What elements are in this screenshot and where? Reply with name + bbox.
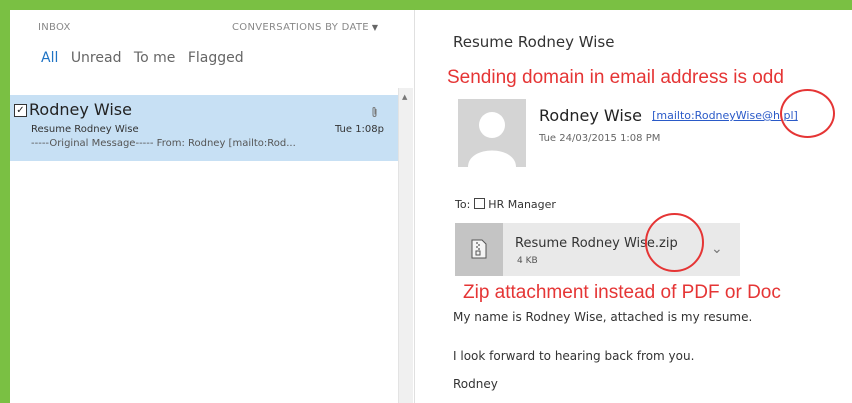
attachment-thumbnail — [455, 223, 503, 276]
scroll-up-icon[interactable]: ▲ — [402, 93, 407, 101]
mail-window: INBOX CONVERSATIONS BY DATE ▼ All Unread … — [10, 10, 852, 403]
message-subject: Resume Rodney Wise — [31, 124, 139, 135]
attachment-name: Resume Rodney Wise.zip — [515, 236, 678, 251]
chevron-down-icon: ▼ — [371, 23, 379, 32]
filter-to-me[interactable]: To me — [134, 50, 175, 66]
filter-all[interactable]: All — [41, 50, 58, 66]
filter-tabs: All Unread To me Flagged — [41, 50, 252, 66]
body-line: Rodney — [453, 377, 498, 391]
sort-label: CONVERSATIONS BY DATE — [232, 22, 369, 33]
message-preview: -----Original Message----- From: Rodney … — [31, 138, 296, 149]
recipient-row: To: HR Manager — [455, 198, 556, 211]
body-line: I look forward to hearing back from you. — [453, 349, 695, 363]
body-line: My name is Rodney Wise, attached is my r… — [453, 310, 753, 324]
sender-name: Rodney Wise — [539, 106, 642, 125]
zip-file-icon — [471, 239, 487, 259]
folder-title: INBOX — [38, 22, 71, 33]
sender-email-link[interactable]: [mailto:RodneyWise@h.pl] — [652, 109, 798, 122]
annotation-zip: Zip attachment instead of PDF or Doc — [463, 282, 781, 303]
attachment-card[interactable]: Resume Rodney Wise.zip 4 KB ⌄ — [455, 223, 740, 276]
list-item[interactable]: ✓ Rodney Wise Resume Rodney Wise Tue 1:0… — [10, 95, 398, 161]
select-checkbox[interactable]: ✓ — [14, 104, 27, 117]
filter-flagged[interactable]: Flagged — [188, 50, 244, 66]
message-date: Tue 1:08p — [334, 124, 384, 135]
sent-date: Tue 24/03/2015 1:08 PM — [539, 133, 661, 144]
message-sender: Rodney Wise — [29, 100, 132, 119]
sender-line: Rodney Wise [mailto:RodneyWise@h.pl] — [539, 106, 798, 125]
list-scrollbar[interactable]: ▲ — [398, 88, 413, 403]
chevron-down-icon[interactable]: ⌄ — [711, 241, 723, 257]
attachment-size: 4 KB — [517, 256, 538, 266]
filter-unread[interactable]: Unread — [71, 50, 122, 66]
paperclip-icon — [371, 106, 378, 121]
recipient-checkbox[interactable] — [474, 198, 486, 209]
avatar — [458, 99, 526, 167]
sort-dropdown[interactable]: CONVERSATIONS BY DATE ▼ — [232, 22, 378, 33]
to-label: To: — [455, 198, 471, 211]
reading-pane: Resume Rodney Wise Sending domain in ema… — [415, 10, 852, 403]
message-list-pane: INBOX CONVERSATIONS BY DATE ▼ All Unread … — [10, 10, 398, 403]
email-subject: Resume Rodney Wise — [453, 33, 615, 51]
annotation-domain: Sending domain in email address is odd — [447, 67, 784, 88]
recipient-name[interactable]: HR Manager — [488, 198, 556, 211]
